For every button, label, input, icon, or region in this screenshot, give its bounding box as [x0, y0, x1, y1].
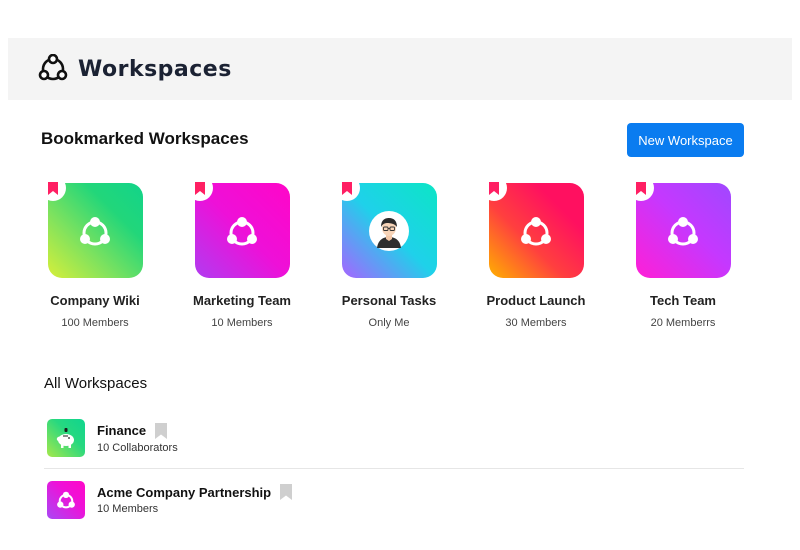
bookmark-ribbon-icon [341, 181, 352, 195]
workspace-name[interactable]: Marketing Team [177, 293, 307, 308]
bookmark-ribbon-icon [488, 181, 499, 195]
workspace-hub-icon [668, 216, 698, 245]
bookmark-badge[interactable] [480, 175, 507, 201]
bookmarked-section-title: Bookmarked Workspaces [41, 129, 249, 148]
bookmark-icon[interactable] [155, 422, 168, 439]
bookmark-ribbon-icon [194, 181, 205, 195]
workspace-members: 30 Members [505, 317, 567, 329]
person-avatar-icon [377, 217, 401, 248]
workspace-name[interactable]: Acme Company Partnership [97, 485, 271, 500]
workspace-name[interactable]: Product Launch [471, 293, 601, 308]
piggy-bank-icon [56, 428, 74, 448]
workspace-tile[interactable] [186, 175, 290, 278]
workspace-members: Only Me [368, 317, 410, 329]
workspace-members: 10 Members [97, 503, 159, 515]
workspace-logo-icon[interactable] [38, 54, 68, 84]
bookmark-icon[interactable] [280, 484, 293, 500]
workspace-tile[interactable] [39, 175, 143, 278]
list-item[interactable]: Acme Company Partnership 10 Members [44, 469, 744, 530]
all-workspaces-list: Finance 10 Collaborators Acme Company Pa… [44, 408, 744, 530]
workspace-hub-icon [227, 216, 257, 245]
page-title: Workspaces [78, 56, 232, 82]
workspace-row-icon[interactable] [47, 480, 85, 519]
user-avatar-icon [369, 210, 409, 251]
bookmark-badge[interactable] [186, 175, 213, 201]
workspace-row-icon[interactable] [47, 419, 85, 457]
workspace-collaborators: 10 Collaborators [97, 441, 178, 454]
app-header: Workspaces [8, 38, 792, 100]
workspace-members: 10 Members [211, 317, 273, 329]
workspace-hub-icon [57, 491, 75, 508]
workspace-name[interactable]: Company Wiki [30, 293, 160, 308]
bookmarked-workspace-card[interactable]: Company Wiki 100 Members [30, 175, 160, 329]
workspace-members: 20 Memberrs [650, 317, 716, 329]
list-item[interactable]: Finance 10 Collaborators [44, 408, 744, 469]
bookmarked-workspaces-list: Company Wiki 100 Members Marketing Team … [39, 175, 760, 333]
bookmarked-workspace-card[interactable]: Marketing Team 10 Members [177, 175, 307, 329]
bookmarked-workspace-card[interactable]: Tech Team 20 Memberrs [618, 175, 748, 329]
workspace-hub-icon [80, 216, 110, 245]
bookmark-badge[interactable] [39, 175, 66, 201]
workspace-name[interactable]: Finance [97, 423, 146, 438]
bookmark-ribbon-icon [47, 181, 58, 195]
workspace-tile[interactable] [627, 175, 731, 278]
all-workspaces-title: All Workspaces [44, 375, 148, 392]
workspace-tile[interactable] [333, 175, 437, 278]
workspace-hub-icon [521, 216, 551, 245]
bookmark-ribbon-icon [635, 181, 646, 195]
bookmarked-workspace-card[interactable]: Product Launch 30 Members [471, 175, 601, 329]
workspace-members: 100 Members [61, 317, 129, 329]
new-workspace-button[interactable]: New Workspace [627, 123, 744, 157]
bookmark-badge[interactable] [333, 175, 360, 201]
workspace-name[interactable]: Personal Tasks [324, 293, 454, 308]
workspace-tile[interactable] [480, 175, 584, 278]
workspace-name[interactable]: Tech Team [618, 293, 748, 308]
bookmark-badge[interactable] [627, 175, 654, 201]
bookmarked-workspace-card[interactable]: Personal Tasks Only Me [324, 175, 454, 329]
